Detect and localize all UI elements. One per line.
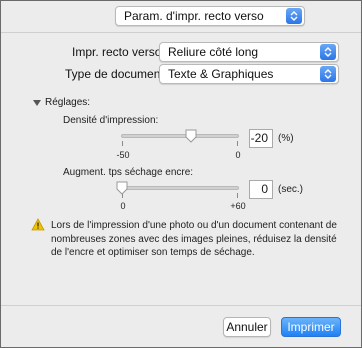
drying-slider-track[interactable]: [121, 186, 239, 190]
density-value-field[interactable]: -20: [249, 129, 273, 148]
density-label: Densité d'impression:: [63, 115, 159, 126]
density-min-label: -50: [116, 150, 130, 160]
density-tick-max: [237, 141, 238, 146]
density-max-label: 0: [235, 150, 241, 160]
drying-label: Augment. tps séchage encre:: [63, 167, 194, 178]
duplex-popup-value: Reliure côté long: [168, 45, 259, 59]
warning-icon: [31, 218, 45, 231]
density-slider-track[interactable]: [121, 134, 239, 138]
popup-stepper-icon: [286, 8, 302, 24]
popup-stepper-icon: [320, 44, 336, 60]
density-unit: (%): [278, 133, 294, 144]
doc-type-popup-value: Texte & Graphiques: [168, 67, 274, 81]
density-tick-min: [122, 141, 123, 146]
doc-type-popup[interactable]: Texte & Graphiques: [159, 64, 339, 84]
disclosure-triangle-icon: [33, 99, 41, 106]
drying-tick-max: [237, 193, 238, 198]
print-dialog-panel: Param. d'impr. recto verso Impr. recto v…: [0, 0, 362, 348]
bottom-separator: [1, 305, 361, 306]
print-button[interactable]: Imprimer: [281, 317, 341, 337]
drying-value-field[interactable]: 0: [249, 180, 273, 199]
duplex-label: Impr. recto verso:: [72, 45, 165, 59]
drying-unit: (sec.): [278, 184, 303, 195]
cancel-button[interactable]: Annuler: [223, 317, 271, 337]
section-popup[interactable]: Param. d'impr. recto verso: [115, 6, 305, 26]
popup-stepper-icon: [320, 66, 336, 82]
drying-slider-knob[interactable]: [116, 181, 128, 195]
density-slider-knob[interactable]: [185, 129, 197, 143]
settings-header: Réglages:: [45, 97, 91, 108]
drying-min-label: 0: [120, 201, 126, 211]
warning-note: Lors de l'impression d'une photo ou d'un…: [51, 220, 337, 258]
drying-max-label: +60: [230, 201, 246, 211]
duplex-popup[interactable]: Reliure côté long: [159, 42, 339, 62]
settings-disclosure[interactable]: Réglages:: [33, 97, 90, 108]
section-popup-value: Param. d'impr. recto verso: [124, 9, 264, 23]
top-separator: [1, 32, 361, 33]
doc-type-label: Type de document:: [65, 67, 168, 81]
